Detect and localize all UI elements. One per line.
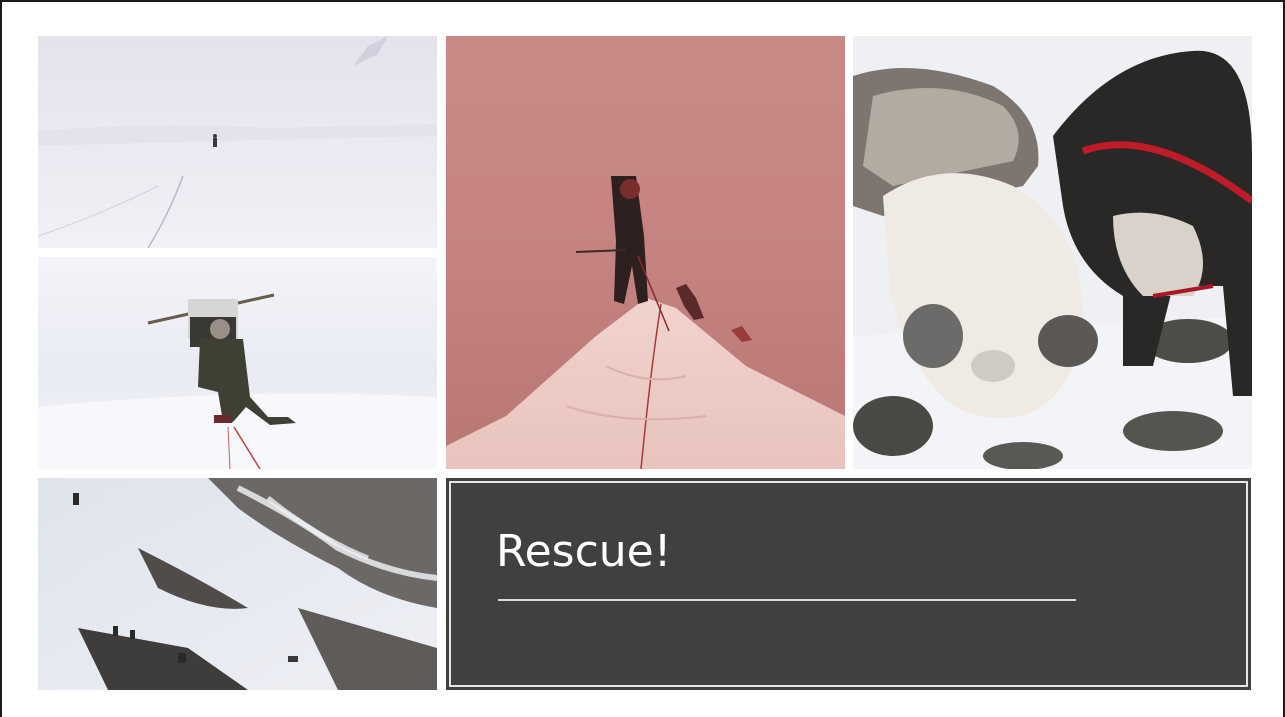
title-panel: Rescue!: [446, 478, 1251, 690]
glacier-photo-image: [38, 36, 437, 248]
title-panel-border: [449, 481, 1248, 687]
title-underline: [498, 599, 1076, 601]
rocky-slope-photo: [38, 478, 437, 690]
climber-pack-photo-image: [38, 257, 437, 469]
summit-photo: [446, 36, 845, 469]
climber-pack-photo: [38, 257, 437, 469]
slide-title: Rescue!: [496, 526, 672, 577]
glacier-photo: [38, 36, 437, 248]
sled-dogs-photo: [853, 36, 1252, 469]
sled-dogs-photo-image: [853, 36, 1252, 469]
rocky-slope-photo-image: [38, 478, 437, 690]
slide: Rescue!: [0, 0, 1285, 717]
summit-photo-image: [446, 36, 845, 469]
